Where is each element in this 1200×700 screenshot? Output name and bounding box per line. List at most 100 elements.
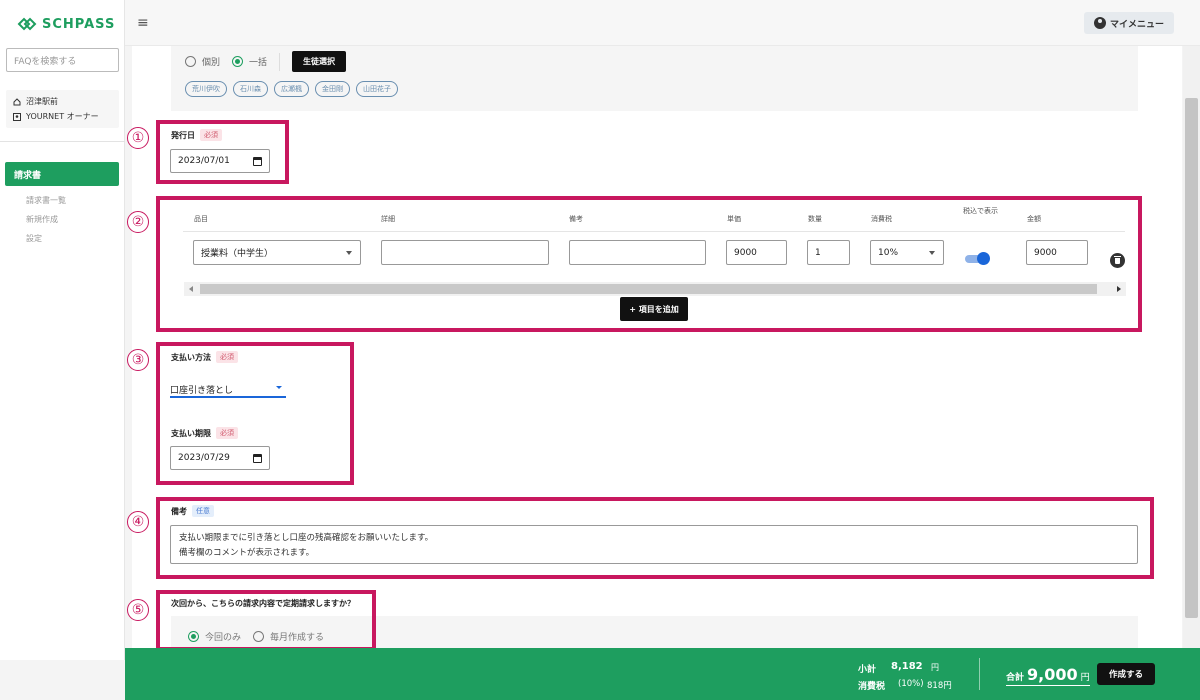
remarks-textarea[interactable]: 支払い期限までに引き落とし口座の残高確認をお願いいたします。 備考欄のコメントが… [170, 525, 1138, 564]
logo[interactable]: SCHPASS [17, 16, 115, 32]
subtotal-value: 8,182 [891, 661, 923, 672]
tax-value: 818円 [927, 681, 952, 691]
required-badge: 必須 [200, 129, 222, 141]
payment-method-select[interactable]: 口座引き落とし [170, 380, 286, 398]
col-header-unit-price: 単価 [727, 215, 741, 223]
recurring-question: 次回から、こちらの請求内容で定期請求しますか？ [171, 599, 355, 608]
school-row[interactable]: 沼津駅前 [13, 96, 112, 107]
radio-once-label: 今回のみ [205, 633, 242, 643]
sidebar-item-settings[interactable]: 設定 [26, 233, 42, 244]
student-chip[interactable]: 山田花子 [356, 81, 398, 97]
vertical-scrollbar[interactable] [1183, 46, 1200, 660]
issue-date-label: 発行日 必須 [171, 129, 222, 141]
user-box-icon [13, 112, 21, 121]
item-select[interactable]: 授業料（中学生） [193, 240, 361, 265]
col-header-quantity: 数量 [808, 215, 822, 223]
home-icon [13, 97, 21, 105]
total-value: 9,000 [1027, 665, 1078, 684]
callout-number-4: ④ [127, 511, 149, 533]
item-select-value: 授業料（中学生） [201, 249, 274, 259]
callout-number-2: ② [127, 211, 149, 233]
detail-input[interactable] [381, 240, 549, 265]
student-chip[interactable]: 金田剛 [315, 81, 350, 97]
col-header-tax-inclusive: 税込で表示 [963, 207, 998, 215]
amount-input[interactable]: 9000 [1026, 240, 1088, 265]
payment-due-input[interactable]: 2023/07/29 [170, 446, 270, 470]
select-students-button[interactable]: 生徒選択 [292, 51, 347, 72]
tax-select-value: 10% [878, 247, 899, 258]
callout-number-1: ① [127, 127, 149, 149]
add-item-button[interactable]: + 項目を追加 [620, 297, 688, 321]
scrollbar-thumb[interactable] [1185, 98, 1198, 618]
issue-date-value: 2023/07/01 [178, 156, 230, 166]
calendar-icon[interactable] [253, 454, 262, 463]
owner-label: YOURNET オーナー [26, 112, 99, 121]
payment-method-label: 支払い方法 必須 [171, 351, 238, 363]
tax-select[interactable]: 10% [870, 240, 944, 265]
subtotal-label: 小計 [858, 665, 877, 675]
amount-value: 9000 [1034, 247, 1057, 258]
issue-date-title: 発行日 [171, 130, 195, 140]
col-header-amount: 金額 [1027, 215, 1041, 223]
issue-date-input[interactable]: 2023/07/01 [170, 149, 270, 173]
col-header-tax: 消費税 [871, 215, 892, 223]
remarks-line: 備考欄のコメントが表示されます。 [179, 548, 315, 558]
my-menu-button[interactable]: マイメニュー [1083, 12, 1174, 34]
faq-search-input[interactable]: FAQを検索する [6, 48, 119, 72]
account-info: 沼津駅前 YOURNET オーナー [6, 90, 119, 128]
student-chip[interactable]: 石川森 [233, 81, 268, 97]
payment-due-label: 支払い期限 必須 [171, 427, 238, 439]
tax-rate: (10%) [898, 679, 924, 689]
calendar-icon[interactable] [253, 157, 262, 166]
account-circle-icon [1093, 17, 1106, 29]
create-button[interactable]: 作成する [1097, 663, 1155, 685]
sidebar-item-invoice-list[interactable]: 請求書一覧 [26, 195, 66, 206]
total-display: 合計 9,000 円 [1006, 665, 1090, 686]
toggle-knob[interactable] [977, 252, 990, 265]
quantity-value: 1 [815, 247, 821, 258]
unit-price-input[interactable]: 9000 [726, 240, 787, 265]
horizontal-scroll-thumb[interactable] [200, 284, 1097, 294]
remarks-label: 備考 任意 [171, 505, 214, 517]
sidebar-item-invoice[interactable]: 請求書 [5, 162, 119, 186]
radio-monthly-label: 毎月作成する [270, 633, 325, 643]
note-input[interactable] [569, 240, 706, 265]
radio-once[interactable] [188, 631, 199, 642]
required-badge: 必須 [216, 351, 238, 363]
required-badge: 必須 [216, 427, 238, 439]
radio-bulk-label: 一括 [249, 58, 268, 68]
radio-monthly[interactable] [253, 631, 265, 642]
top-header: ≡ マイメニュー [125, 0, 1200, 46]
radio-bulk[interactable] [232, 56, 244, 67]
recurring-options: 今回のみ 毎月作成する [188, 630, 324, 643]
horizontal-scrollbar[interactable] [184, 282, 1126, 296]
quantity-input[interactable]: 1 [807, 240, 850, 265]
delete-row-icon[interactable] [1110, 253, 1125, 268]
my-menu-label: マイメニュー [1109, 19, 1164, 30]
summary-footer: 小計 8,182 円 消費税 (10%) 818円 合計 9,000 円 作成す… [125, 648, 1200, 700]
callout-number-3: ③ [127, 349, 149, 371]
payment-method-value: 口座引き落とし [170, 386, 234, 396]
scroll-left-icon[interactable] [189, 286, 193, 292]
payment-method-title: 支払い方法 [171, 352, 211, 362]
sidebar-item-new[interactable]: 新規作成 [26, 214, 58, 225]
student-chip[interactable]: 荒川伊吹 [185, 81, 227, 97]
scroll-right-icon[interactable] [1117, 286, 1121, 292]
payment-due-value: 2023/07/29 [178, 453, 230, 463]
chevron-down-icon [346, 251, 352, 255]
total-yen: 円 [1080, 673, 1090, 683]
subtotal-yen: 円 [931, 663, 939, 672]
logo-mark-icon [17, 17, 37, 31]
payment-due-title: 支払い期限 [171, 428, 211, 438]
radio-individual[interactable] [185, 56, 196, 67]
owner-row[interactable]: YOURNET オーナー [13, 111, 112, 122]
remarks-line: 支払い期限までに引き落とし口座の残高確認をお願いいたします。 [179, 533, 434, 543]
student-chip[interactable]: 広瀬楓 [274, 81, 309, 97]
col-header-detail: 詳細 [381, 215, 395, 223]
hamburger-menu-icon[interactable]: ≡ [137, 15, 149, 31]
logo-text: SCHPASS [42, 16, 116, 32]
table-header-divider [183, 231, 1125, 232]
col-header-note: 備考 [569, 215, 583, 223]
sidebar: SCHPASS FAQを検索する 沼津駅前 YOURNET オーナー 請求書 請… [0, 0, 125, 660]
total-label: 合計 [1006, 673, 1025, 683]
